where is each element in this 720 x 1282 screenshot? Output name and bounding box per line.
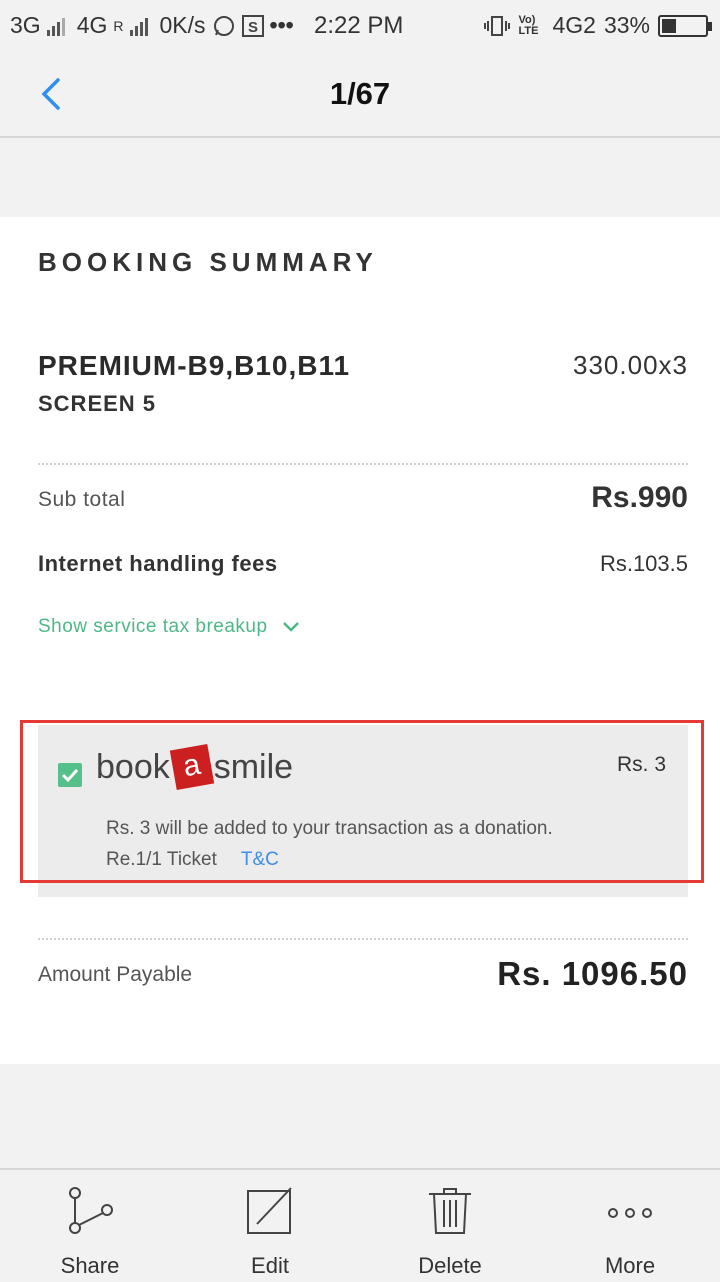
s-app-icon: S (241, 14, 264, 37)
subtotal-label: Sub total (38, 488, 126, 511)
edit-label: Edit (251, 1253, 289, 1278)
ticket-price: 330.00x3 (573, 350, 688, 380)
whatsapp-icon (213, 15, 234, 36)
share-icon (69, 1187, 113, 1234)
screen-number: SCREEN 5 (38, 391, 157, 416)
subtotal-value: Rs.990 (591, 481, 688, 514)
service-tax-toggle[interactable]: Show service tax breakup (38, 616, 300, 638)
amount-payable-label: Amount Payable (38, 963, 193, 986)
service-tax-label: Show service tax breakup (38, 616, 268, 637)
share-label: Share (60, 1253, 120, 1278)
top-app-bar: 1/67 (0, 50, 720, 138)
network-4g-label: 4G (76, 12, 108, 38)
highlight-box (20, 720, 704, 883)
divider (38, 463, 688, 465)
volte-label: Vo) LTE (518, 13, 539, 37)
roaming-label: R (113, 17, 124, 34)
status-bar: 3G 4G R 0K/s S ••• 2:22 PM Vo) LTE 4G2 3… (0, 0, 720, 50)
edit-button[interactable]: Edit (180, 1170, 360, 1282)
booking-summary-card: BOOKING SUMMARY PREMIUM-B9,B10,B11 330.0… (0, 217, 720, 1064)
ticket-type: PREMIUM-B9,B10,B11 (38, 350, 351, 381)
network-3g-label: 3G (10, 12, 41, 38)
status-right: Vo) LTE 4G2 33% (484, 12, 712, 39)
page-title: 1/67 (329, 76, 391, 111)
net-speed: 0K/s (159, 12, 206, 38)
signal-icon-2 (129, 16, 148, 36)
more-notifications-icon: ••• (269, 12, 294, 38)
fees-value: Rs.103.5 (599, 551, 688, 576)
edit-icon (247, 1187, 292, 1234)
share-button[interactable]: Share (0, 1170, 180, 1282)
chevron-down-icon (282, 622, 299, 632)
svg-text:S: S (248, 19, 258, 36)
booking-summary-heading: BOOKING SUMMARY (38, 247, 378, 277)
bottom-action-bar: Share Edit Delete More (0, 1168, 720, 1280)
battery-percent: 33% (603, 12, 650, 38)
more-button[interactable]: More (540, 1170, 720, 1282)
delete-label: Delete (418, 1253, 482, 1278)
trash-icon (429, 1188, 471, 1234)
status-left: 3G 4G R 0K/s S ••• (10, 12, 294, 39)
delete-button[interactable]: Delete (360, 1170, 540, 1282)
vibrate-icon (484, 15, 511, 36)
divider (38, 938, 688, 940)
fees-label: Internet handling fees (38, 551, 278, 576)
more-label: More (604, 1253, 656, 1278)
more-dots-icon (608, 1208, 652, 1218)
network-4g2-label: 4G2 (552, 12, 596, 38)
battery-icon (658, 14, 712, 37)
status-time: 2:22 PM (314, 12, 404, 39)
signal-icon (46, 16, 65, 36)
amount-payable-value: Rs. 1096.50 (497, 955, 688, 992)
